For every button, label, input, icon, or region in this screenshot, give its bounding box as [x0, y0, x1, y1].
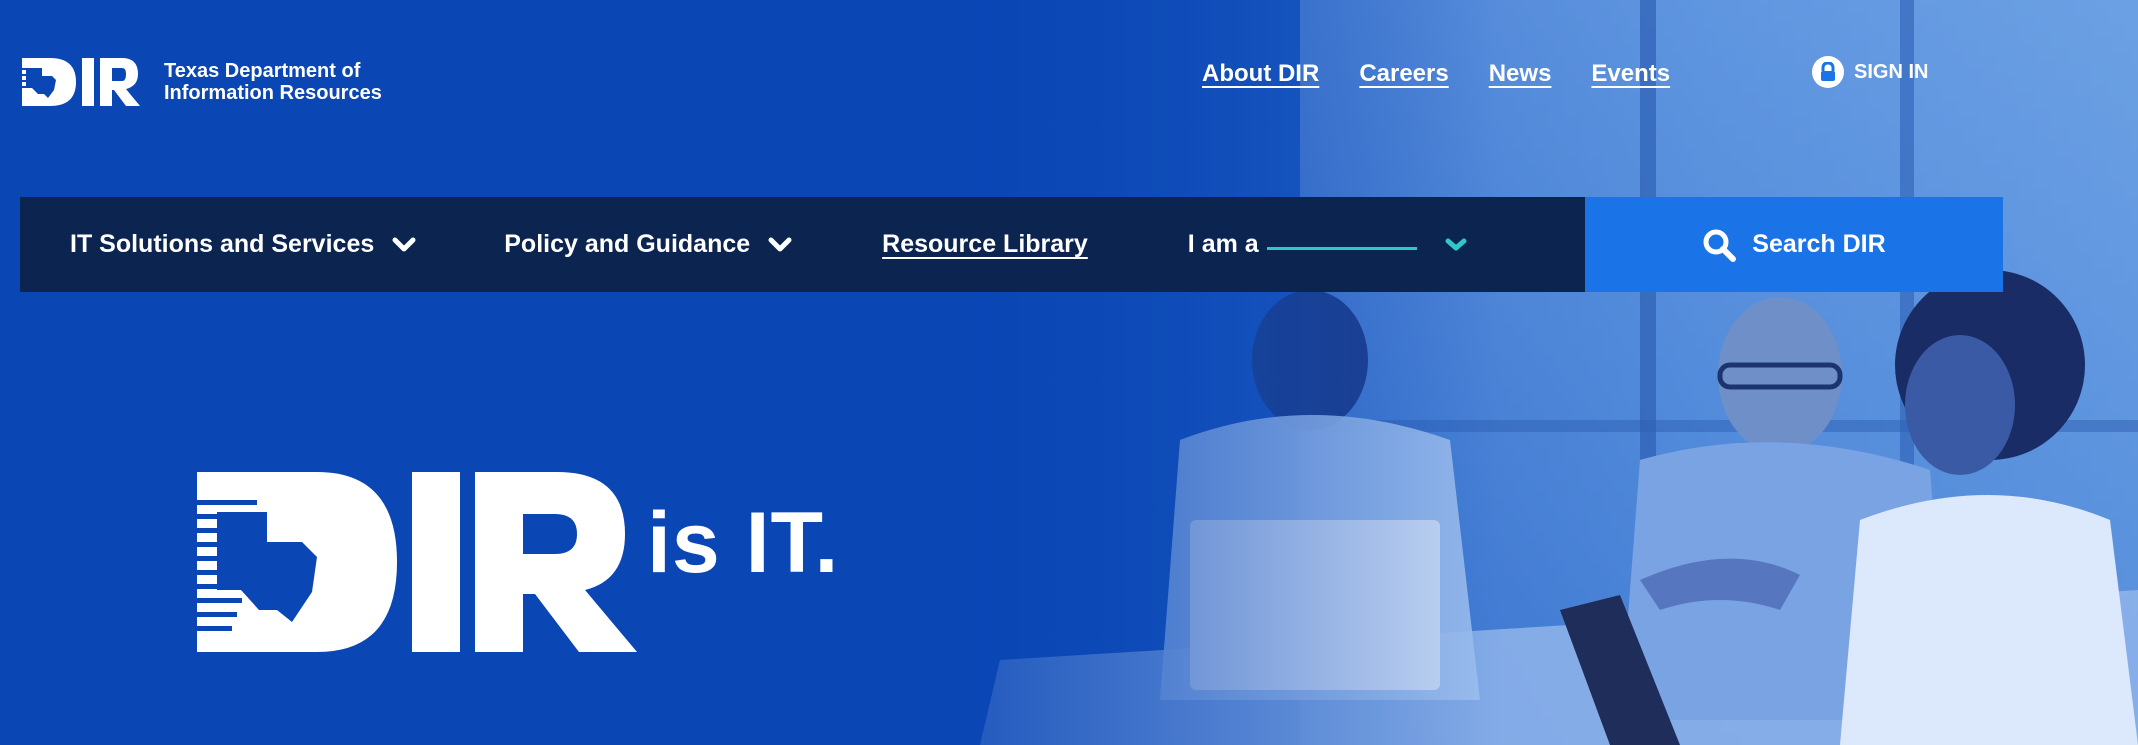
search-dir-button[interactable]: Search DIR — [1585, 197, 2003, 292]
link-about-dir[interactable]: About DIR — [1202, 60, 1319, 88]
search-icon — [1703, 229, 1737, 262]
dir-logo — [18, 58, 140, 106]
link-events[interactable]: Events — [1591, 60, 1670, 88]
i-am-a-label: I am a — [1187, 230, 1259, 258]
org-name-line1: Texas Department of — [164, 60, 361, 82]
nav-policy-guidance[interactable]: Policy and Guidance — [504, 230, 792, 259]
i-am-a-blank-line — [1266, 247, 1417, 250]
main-nav: IT Solutions and Services Policy and Gui… — [20, 197, 1585, 292]
site-brand[interactable]: Texas Department of Information Resource… — [18, 54, 382, 110]
sign-in-button[interactable]: SIGN IN — [1812, 56, 1928, 88]
org-name: Texas Department of Information Resource… — [164, 60, 382, 104]
dir-hero-logo — [197, 472, 637, 652]
org-name-line2: Information Resources — [164, 82, 382, 104]
link-news[interactable]: News — [1489, 60, 1552, 88]
link-careers[interactable]: Careers — [1359, 60, 1448, 88]
chevron-down-icon — [392, 237, 416, 251]
i-am-a-selector[interactable]: I am a — [1188, 230, 1467, 259]
sign-in-label: SIGN IN — [1854, 60, 1929, 83]
nav-resource-library[interactable]: Resource Library — [882, 230, 1088, 259]
utility-nav: About DIR Careers News Events — [1202, 60, 1710, 88]
search-dir-label: Search DIR — [1752, 230, 1886, 258]
chevron-down-icon — [768, 237, 792, 251]
nav-policy-guidance-label: Policy and Guidance — [504, 230, 751, 258]
hero-tagline: is IT. — [647, 495, 840, 591]
nav-it-solutions[interactable]: IT Solutions and Services — [70, 230, 416, 259]
chevron-down-icon — [1445, 238, 1467, 250]
lock-icon — [1812, 56, 1844, 88]
nav-it-solutions-label: IT Solutions and Services — [70, 230, 375, 258]
